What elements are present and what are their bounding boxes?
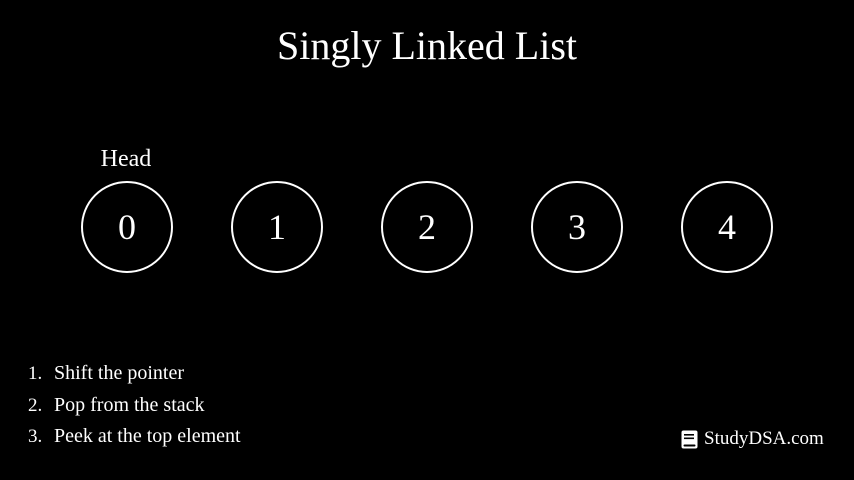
step-number: 3. xyxy=(28,426,43,447)
node-value: 0 xyxy=(118,207,136,247)
list-node-4: 4 xyxy=(681,181,773,273)
step-text: Pop from the stack xyxy=(54,393,205,416)
node-value: 4 xyxy=(718,207,736,247)
node-value: 3 xyxy=(568,207,586,247)
steps-list: 1. Shift the pointer 2. Pop from the sta… xyxy=(28,362,241,457)
step-number: 2. xyxy=(28,394,43,416)
step-text: Peek at the top element xyxy=(54,425,241,447)
node-value: 2 xyxy=(418,207,436,247)
brand-watermark: StudyDSA.com xyxy=(681,428,824,450)
list-node-3: 3 xyxy=(531,181,623,273)
list-node-1: 1 xyxy=(231,181,323,273)
book-icon xyxy=(681,430,698,448)
step-item: 3. Peek at the top element xyxy=(28,425,241,457)
node-value: 1 xyxy=(268,207,286,247)
brand-text: StudyDSA.com xyxy=(704,428,824,449)
step-item: 1. Shift the pointer xyxy=(28,362,241,394)
step-text: Shift the pointer xyxy=(54,362,184,384)
list-node-0: 0 xyxy=(81,181,173,273)
diagram-title: Singly Linked List xyxy=(277,23,577,68)
list-node-2: 2 xyxy=(381,181,473,273)
step-item: 2. Pop from the stack xyxy=(28,394,241,426)
head-label: Head xyxy=(100,146,152,172)
step-number: 1. xyxy=(28,363,43,384)
